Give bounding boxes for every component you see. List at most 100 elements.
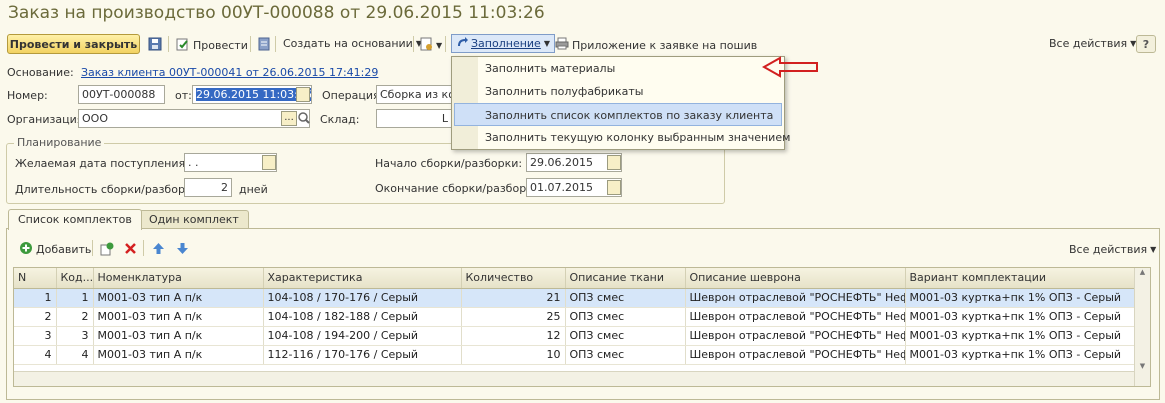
column-header[interactable]: Описание ткани [565,268,686,289]
table-cell[interactable]: Шеврон отраслевой "РОСНЕФТЬ" Неф... [685,326,906,346]
table-cell[interactable]: 2 [56,307,94,327]
table-cell[interactable]: ОПЗ смес [565,345,686,365]
toolbar-separator [413,36,414,52]
table-cell[interactable]: 1 [14,288,57,308]
table-cell[interactable]: М001-03 куртка+пк 1% ОПЗ - Серый [905,326,1136,346]
duration-field[interactable]: 2 [184,178,232,197]
duration-unit: дней [239,183,268,196]
kits-table[interactable]: N Код... Номенклатура Характеристика Кол… [13,267,1151,387]
table-cell[interactable]: Шеврон отраслевой "РОСНЕФТЬ" Неф... [685,307,906,327]
table-cell[interactable]: 25 [461,307,566,327]
table-cell[interactable]: Шеврон отраслевой "РОСНЕФТЬ" Неф... [685,288,906,308]
table-cell[interactable]: 21 [461,288,566,308]
date-field[interactable]: 29.06.2015 11:03:26 [192,85,312,104]
number-label: Номер: [7,89,48,102]
vertical-scrollbar[interactable]: ▲ ▼ [1134,268,1150,386]
table-cell[interactable]: 112-116 / 170-176 / Серый [263,345,462,365]
fill-dropdown-menu: Заполнить материалы Заполнить полуфабрик… [451,56,790,150]
column-header[interactable]: Вариант комплектации [905,268,1136,289]
operation-field[interactable]: Сборка из ком [376,85,452,104]
table-cell[interactable]: 10 [461,345,566,365]
duration-label: Длительность сборки/разборки: [15,183,203,196]
table-cell[interactable]: М001-03 тип А п/к [93,288,264,308]
move-down-icon[interactable] [176,242,189,258]
table-cell[interactable]: М001-03 куртка+пк 1% ОПЗ - Серый [905,345,1136,365]
save-icon[interactable] [148,37,162,54]
post-icon [176,37,190,54]
delete-icon[interactable] [124,242,137,258]
table-cell[interactable]: 1 [56,288,94,308]
table-header-row: N Код... Номенклатура Характеристика Кол… [14,268,1136,289]
number-field[interactable]: 00УТ-000088 [78,85,165,104]
basis-label: Основание: [7,66,74,79]
table-cell[interactable]: ОПЗ смес [565,288,686,308]
table-all-actions-button[interactable]: Все действия ▼ [1069,243,1156,256]
journal-icon[interactable] [258,37,270,54]
table-cell[interactable]: 104-108 / 182-188 / Серый [263,307,462,327]
warehouse-field[interactable]: L [376,109,452,128]
basis-link[interactable]: Заказ клиента 00УТ-000041 от 26.06.2015 … [81,66,378,79]
all-actions-button[interactable]: Все действия ▼ [1049,37,1136,50]
table-cell[interactable]: М001-03 тип А п/к [93,326,264,346]
table-cell[interactable]: М001-03 тип А п/к [93,345,264,365]
calendar-icon[interactable] [296,87,310,102]
organization-select-button[interactable]: ... [281,111,297,126]
help-button[interactable]: ? [1136,35,1156,53]
table-cell[interactable]: ОПЗ смес [565,326,686,346]
help-icon: ? [1142,37,1150,51]
post-button[interactable]: Провести [176,37,248,54]
toolbar-separator [445,36,446,52]
table-cell[interactable]: М001-03 куртка+пк 1% ОПЗ - Серый [905,307,1136,327]
tab-single-kit[interactable]: Один комплект [139,210,249,229]
table-cell[interactable]: 3 [56,326,94,346]
table-cell[interactable]: 3 [14,326,57,346]
move-up-icon[interactable] [152,242,165,258]
column-header[interactable]: Номенклатура [93,268,264,289]
menu-item-fill-semifinished[interactable]: Заполнить полуфабрикаты [452,80,784,103]
menu-item-fill-materials[interactable]: Заполнить материалы [452,57,784,80]
calendar-icon[interactable] [262,155,276,170]
post-and-close-button[interactable]: Провести и закрыть [7,34,140,54]
table-row[interactable]: 2 2 М001-03 тип А п/к 104-108 / 182-188 … [14,307,1136,327]
column-header[interactable]: Описание шеврона [685,268,906,289]
table-cell[interactable]: 4 [14,345,57,365]
chevron-down-icon: ▼ [436,41,443,50]
chevron-down-icon: ▼ [1150,245,1157,254]
date-from-label: от: [175,89,192,102]
table-row[interactable]: 3 3 М001-03 тип А п/к 104-108 / 194-200 … [14,326,1136,346]
add-row-button[interactable]: Добавить [19,241,91,258]
table-row[interactable]: 1 1 М001-03 тип А п/к 104-108 / 170-176 … [14,288,1136,308]
scroll-down-icon[interactable]: ▼ [1135,362,1150,370]
table-cell[interactable]: 104-108 / 194-200 / Серый [263,326,462,346]
column-header[interactable]: N [14,268,57,289]
table-row[interactable]: 4 4 М001-03 тип А п/к 112-116 / 170-176 … [14,345,1136,365]
table-cell[interactable]: ОПЗ смес [565,307,686,327]
table-cell[interactable]: М001-03 куртка+пк 1% ОПЗ - Серый [905,288,1136,308]
toolbar-separator [250,36,251,52]
post-label: Провести [193,39,248,52]
print-menu-button[interactable]: ▼ [419,37,442,54]
organization-field[interactable]: ООО [78,109,310,128]
horizontal-scrollbar[interactable] [14,371,1134,386]
copy-row-icon[interactable] [100,242,114,259]
open-search-icon[interactable] [297,110,311,129]
table-cell[interactable]: 104-108 / 170-176 / Серый [263,288,462,308]
table-cell[interactable]: 4 [56,345,94,365]
menu-item-fill-current-column[interactable]: Заполнить текущую колонку выбранным знач… [452,126,790,149]
toolbar-separator [92,240,93,256]
create-based-on-button[interactable]: Создать на основании ▼ [283,37,422,50]
column-header[interactable]: Количество [461,268,566,289]
column-header[interactable]: Характеристика [263,268,462,289]
tab-kit-list[interactable]: Список комплектов [8,209,142,230]
fill-menu-button[interactable]: Заполнение ▼ [451,34,555,53]
calendar-icon[interactable] [607,155,621,170]
calendar-icon[interactable] [607,180,621,195]
attachment-button[interactable]: Приложение к заявке на пошив [555,37,757,53]
scroll-up-icon[interactable]: ▲ [1135,268,1150,276]
table-cell[interactable]: 2 [14,307,57,327]
table-cell[interactable]: М001-03 тип А п/к [93,307,264,327]
table-cell[interactable]: 12 [461,326,566,346]
column-header[interactable]: Код... [56,268,94,289]
table-cell[interactable]: Шеврон отраслевой "РОСНЕФТЬ" Неф... [685,345,906,365]
menu-item-fill-kit-list[interactable]: Заполнить список комплектов по заказу кл… [454,103,782,126]
